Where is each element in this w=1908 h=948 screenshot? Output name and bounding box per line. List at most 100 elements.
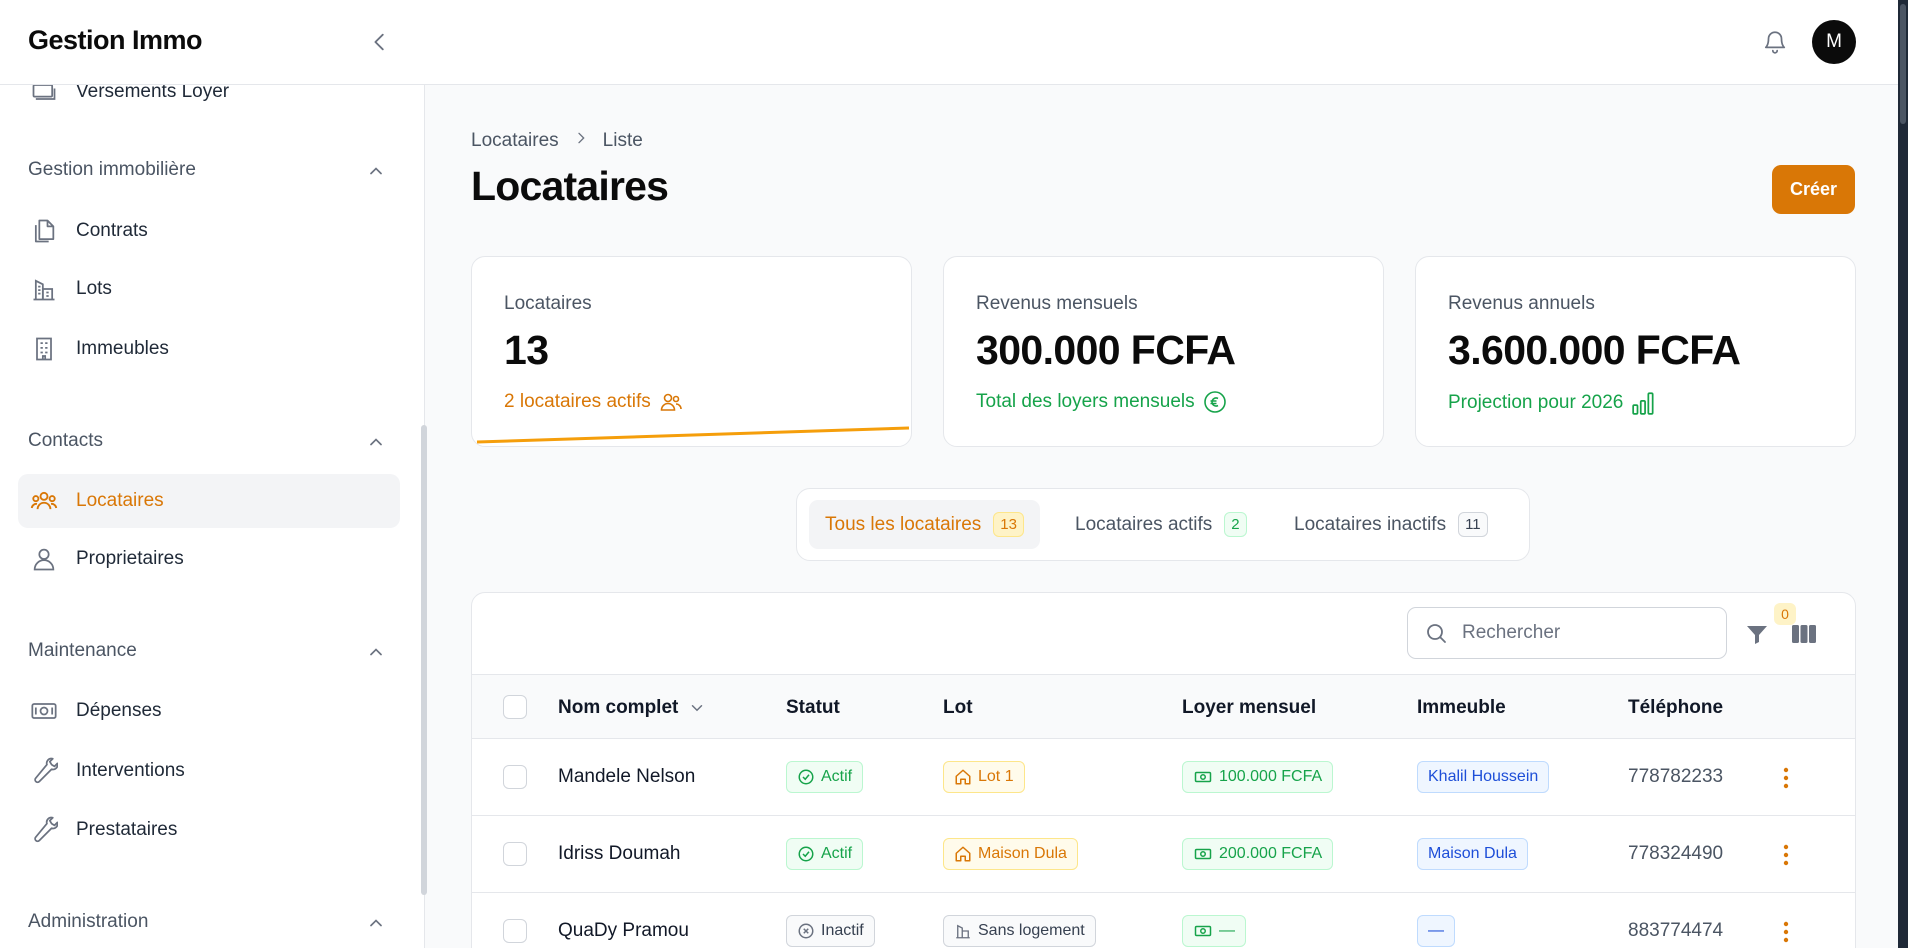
stat-subtext: Total des loyers mensuels — [976, 390, 1227, 414]
search-field[interactable] — [1407, 607, 1727, 659]
user-icon — [30, 545, 58, 573]
sidebar-scrollbar[interactable] — [421, 425, 427, 895]
tab-label: Locataires actifs — [1075, 513, 1213, 535]
sidebar-item-label: Lots — [76, 278, 112, 299]
select-all-checkbox[interactable] — [503, 695, 527, 719]
row-checkbox[interactable] — [503, 842, 527, 866]
cell-rent: 100.000 FCFA — [1182, 739, 1334, 815]
top-bar: Gestion Immo M — [0, 0, 1898, 85]
tab-locataires-inactifs[interactable]: Locataires inactifs 11 — [1278, 500, 1504, 549]
cell-rent: 200.000 FCFA — [1182, 816, 1334, 892]
avatar[interactable]: M — [1812, 20, 1856, 64]
building-badge: Khalil Houssein — [1417, 761, 1550, 793]
page-scrollbar[interactable] — [1898, 0, 1908, 948]
sidebar-item-depenses[interactable]: Dépenses — [18, 684, 400, 738]
table-row[interactable]: Idriss Doumah Actif Maison Dula 200.000 … — [472, 816, 1855, 893]
search-icon — [1424, 621, 1448, 645]
columns-toggle-button[interactable] — [1788, 619, 1820, 649]
sidebar-item-versements-loyer[interactable]: Versements Loyer — [18, 85, 400, 119]
cell-phone: 778782233 — [1628, 766, 1724, 787]
cell-lot: Maison Dula — [943, 816, 1078, 892]
stat-subtext-label: Projection pour 2026 — [1448, 392, 1624, 413]
sidebar-item-proprietaires[interactable]: Proprietaires — [18, 532, 400, 586]
row-actions-button[interactable] — [1772, 840, 1800, 870]
sidebar-item-lots[interactable]: Lots — [18, 262, 400, 316]
sidebar-item-prestataires[interactable]: Prestataires — [18, 803, 400, 857]
home-icon — [954, 845, 972, 863]
banknote-icon — [1193, 768, 1213, 786]
lot-label: Sans logement — [978, 922, 1085, 939]
column-header-nom-complet[interactable]: Nom complet — [558, 697, 706, 719]
sidebar-item-label: Interventions — [76, 760, 185, 781]
chevron-up-icon[interactable] — [366, 913, 386, 933]
stat-subtext-label: 2 locataires actifs — [504, 391, 651, 412]
sidebar-item-immeubles[interactable]: Immeubles — [18, 322, 400, 376]
bar-chart-icon — [1631, 390, 1657, 416]
wrench-icon — [30, 816, 58, 844]
tab-locataires-actifs[interactable]: Locataires actifs 2 — [1059, 500, 1263, 549]
stat-card-revenus-mensuels: Revenus mensuels 300.000 FCFA Total des … — [943, 256, 1384, 447]
banknote-icon — [1193, 922, 1213, 940]
sidebar-item-label: Contrats — [76, 220, 148, 241]
collapse-sidebar-button[interactable] — [362, 24, 398, 60]
breadcrumb-current: Liste — [602, 130, 643, 151]
rent-label: — — [1219, 922, 1235, 939]
chevron-up-icon[interactable] — [366, 161, 386, 181]
tab-count-badge: 2 — [1224, 512, 1247, 537]
sidebar-item-label: Immeubles — [76, 338, 169, 359]
table-header: Nom complet Statut Lot Loyer mensuel Imm… — [472, 674, 1855, 739]
row-actions-button[interactable] — [1772, 917, 1800, 947]
row-checkbox[interactable] — [503, 919, 527, 943]
chevron-up-icon[interactable] — [366, 432, 386, 452]
create-button[interactable]: Créer — [1772, 165, 1855, 214]
buildings-icon — [954, 922, 972, 940]
tab-label: Locataires inactifs — [1294, 513, 1447, 535]
more-vertical-icon — [1783, 767, 1789, 789]
stat-subtext: Projection pour 2026 — [1448, 390, 1657, 416]
table-row[interactable]: QuaDy Pramou Inactif Sans logement — — 8… — [472, 893, 1855, 948]
sidebar-item-interventions[interactable]: Interventions — [18, 744, 400, 798]
rent-badge: 100.000 FCFA — [1182, 761, 1334, 793]
euro-circle-icon — [1203, 390, 1227, 414]
column-header-telephone: Téléphone — [1628, 697, 1724, 718]
cell-name: Idriss Doumah — [558, 843, 681, 864]
cell-building: Maison Dula — [1417, 816, 1528, 892]
home-icon — [954, 768, 972, 786]
sidebar-group-contacts: Contacts — [28, 430, 103, 451]
cell-status: Actif — [786, 816, 864, 892]
rent-label: 200.000 FCFA — [1219, 845, 1323, 862]
sidebar-item-locataires[interactable]: Locataires — [18, 474, 400, 528]
chevron-left-icon — [374, 33, 384, 51]
column-header-label: Nom complet — [558, 697, 679, 718]
sidebar-group-gestion-immobiliere: Gestion immobilière — [28, 159, 196, 180]
columns-icon — [1792, 625, 1816, 643]
banknotes-icon — [30, 85, 58, 106]
lot-label: Maison Dula — [978, 845, 1067, 862]
stat-label: Revenus annuels — [1448, 293, 1595, 314]
cell-rent: — — [1182, 893, 1246, 948]
users-icon — [30, 487, 58, 515]
buildings-icon — [30, 275, 58, 303]
stat-subtext-label: Total des loyers mensuels — [976, 391, 1195, 412]
chevron-up-icon[interactable] — [366, 642, 386, 662]
sidebar-item-contrats[interactable]: Contrats — [18, 204, 400, 258]
filter-button[interactable] — [1742, 619, 1772, 649]
row-actions-button[interactable] — [1772, 763, 1800, 793]
cell-building: — — [1417, 893, 1455, 948]
more-vertical-icon — [1783, 844, 1789, 866]
row-checkbox[interactable] — [503, 765, 527, 789]
notifications-button[interactable] — [1757, 24, 1793, 60]
table-row[interactable]: Mandele Nelson Actif Lot 1 100.000 FCFA … — [472, 739, 1855, 816]
search-input[interactable] — [1462, 622, 1702, 644]
cell-name: Mandele Nelson — [558, 766, 696, 787]
banknote-icon — [1193, 845, 1213, 863]
rent-badge: 200.000 FCFA — [1182, 838, 1334, 870]
breadcrumb-parent-link[interactable]: Locataires — [471, 130, 559, 152]
status-badge: Actif — [786, 761, 864, 793]
cell-status: Actif — [786, 739, 864, 815]
tab-tous-les-locataires[interactable]: Tous les locataires 13 — [809, 500, 1040, 549]
sidebar: Versements Loyer Gestion immobilière Con… — [0, 85, 424, 948]
column-header-loyer-mensuel: Loyer mensuel — [1182, 697, 1317, 718]
check-circle-icon — [797, 845, 815, 863]
column-header-immeuble: Immeuble — [1417, 697, 1506, 718]
